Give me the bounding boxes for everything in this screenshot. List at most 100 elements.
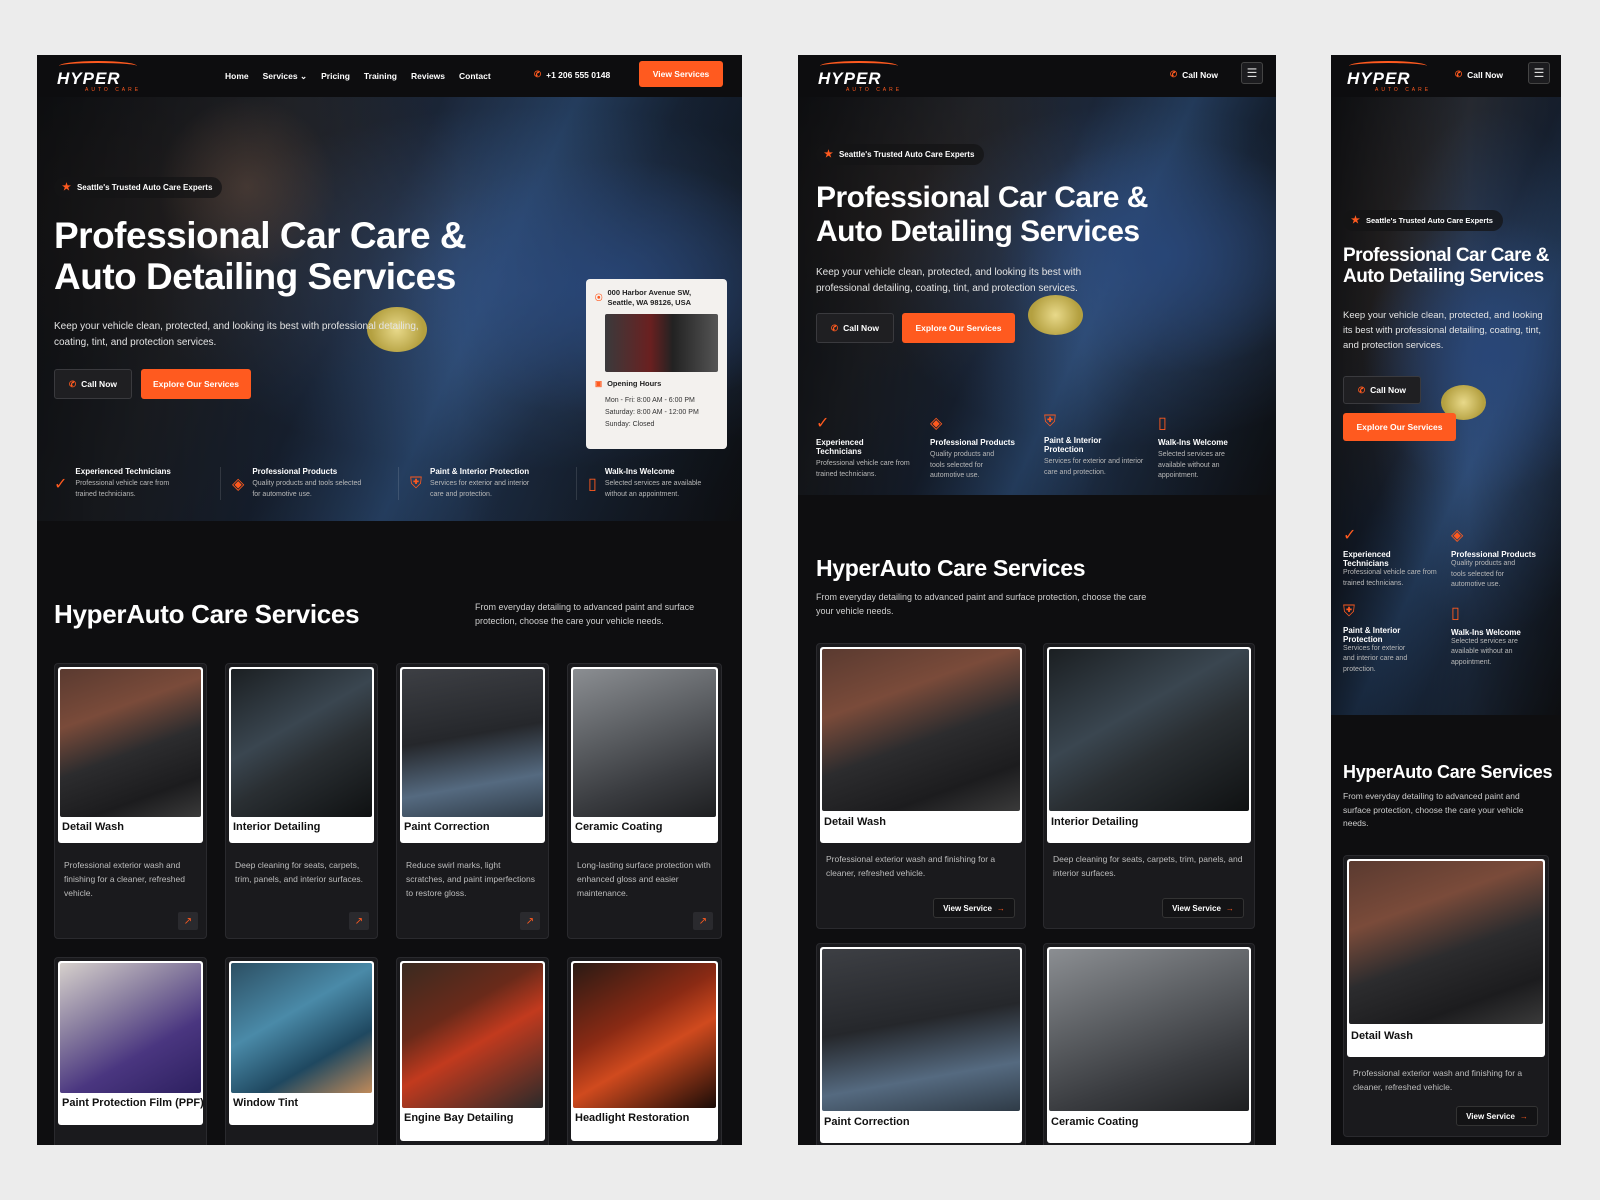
nav-link-home[interactable]: Home — [225, 71, 249, 81]
arrow-up-right-icon[interactable]: ↗ — [520, 912, 540, 930]
services-section-desc: From everyday detailing to advanced pain… — [816, 592, 1147, 617]
brand-logo[interactable]: HYPER AUTO CARE — [816, 61, 904, 93]
service-image — [1049, 949, 1249, 1111]
service-card[interactable]: Detail Wash Professional exterior wash a… — [54, 663, 207, 939]
feature-item: ▯ Walk-Ins Welcome Selected services are … — [1158, 415, 1228, 479]
desktop-preview: HYPER AUTO CARE Home Services ⌄ Pricing … — [37, 55, 742, 1145]
service-image — [573, 669, 716, 817]
mobile-preview: HYPER AUTO CARE ✆ Call Now ☰ ★ Seattle's… — [1331, 55, 1561, 1145]
nav-link-training[interactable]: Training — [364, 71, 397, 81]
hero-title: Professional Car Care & Auto Detailing S… — [816, 181, 1148, 248]
arrow-right-icon: → — [996, 903, 1005, 913]
box-icon: ◈ — [930, 415, 943, 432]
nav-link-services[interactable]: Services ⌄ — [263, 71, 307, 82]
service-card[interactable]: Ceramic Coating Long-lasting surface pro… — [567, 663, 722, 939]
check-circle-icon: ✓ — [1343, 527, 1357, 544]
door-icon: ▯ — [1158, 415, 1167, 432]
hero-section: ★ Seattle's Trusted Auto Care Experts Pr… — [37, 97, 742, 521]
hero-call-now-button[interactable]: ✆ Call Now — [54, 369, 132, 399]
hours-title: ▣ Opening Hours — [595, 378, 662, 388]
tablet-preview: HYPER AUTO CARE ✆ Call Now ☰ ★ Seattle's… — [798, 55, 1276, 1145]
service-image — [822, 649, 1020, 811]
map-pin-icon: ⦿ — [595, 292, 603, 302]
service-card[interactable]: Paint Protection Film (PPF) — [54, 957, 207, 1145]
service-card[interactable]: Ceramic Coating — [1043, 943, 1255, 1145]
hero-explore-services-button[interactable]: Explore Our Services — [141, 369, 251, 399]
shield-icon: ⛨ — [1044, 413, 1057, 430]
phone-icon: ✆ — [1455, 69, 1463, 79]
service-card[interactable]: Headlight Restoration — [567, 957, 722, 1145]
feature-strip: ✓ Experienced Technicians Professional ve… — [816, 413, 1256, 482]
top-nav: HYPER AUTO CARE ✆ Call Now ☰ — [1331, 55, 1561, 97]
door-icon: ▯ — [1451, 604, 1460, 622]
hours-list: Mon - Fri: 8:00 AM - 6:00 PM Saturday: 8… — [605, 396, 699, 429]
hero-section: ★ Seattle's Trusted Auto Care Experts Pr… — [1331, 95, 1561, 715]
view-service-button[interactable]: View Service → — [933, 898, 1015, 918]
hero-call-now-button[interactable]: ✆ Call Now — [1343, 376, 1421, 404]
hero-call-now-button[interactable]: ✆ Call Now — [816, 313, 894, 343]
service-image — [60, 963, 201, 1093]
call-now-link[interactable]: ✆ Call Now — [1455, 69, 1503, 80]
feature-item: ⛨ Paint & Interior Protection Services f… — [1343, 602, 1408, 673]
hero-badge: ★ Seattle's Trusted Auto Care Experts — [1343, 210, 1503, 231]
hamburger-menu-icon[interactable]: ☰ — [1241, 62, 1263, 84]
hero-title: Professional Car Care & Auto Detailing S… — [1343, 245, 1550, 288]
hero-explore-services-button[interactable]: Explore Our Services — [902, 313, 1015, 343]
arrow-up-right-icon[interactable]: ↗ — [349, 912, 369, 930]
main-menu: Home Services ⌄ Pricing Training Reviews… — [225, 55, 491, 97]
location-card: ⦿ 000 Harbor Avenue SW, Seattle, WA 98126… — [586, 279, 727, 449]
service-card[interactable]: Engine Bay Detailing — [396, 957, 549, 1145]
brand-logo[interactable]: HYPER AUTO CARE — [1345, 61, 1433, 93]
phone-icon: ✆ — [534, 69, 542, 79]
feature-item: ✓ Experienced Technicians Professional ve… — [816, 415, 910, 478]
shield-icon: ⛨ — [1343, 602, 1356, 620]
feature-item: ✓ Experienced Technicians Professional v… — [1343, 527, 1437, 587]
shop-photo — [605, 313, 718, 372]
arrow-up-right-icon[interactable]: ↗ — [178, 912, 198, 930]
feature-item: ◈ Professional Products Quality products … — [930, 415, 1015, 479]
nav-link-pricing[interactable]: Pricing — [321, 71, 350, 81]
service-card[interactable]: Detail Wash Professional exterior wash a… — [816, 643, 1026, 929]
hero-badge: ★ Seattle's Trusted Auto Care Experts — [54, 177, 223, 198]
call-now-link[interactable]: ✆ Call Now — [1170, 69, 1218, 80]
hero-lead: Keep your vehicle clean, protected, and … — [54, 321, 419, 348]
nav-link-contact[interactable]: Contact — [459, 71, 491, 81]
phone-icon: ✆ — [830, 322, 839, 333]
feature-item: ⛨ Paint & Interior Protection Services fo… — [1044, 413, 1144, 476]
feature-strip: ✓ Experienced Technicians Professional ve… — [54, 467, 724, 500]
service-card[interactable]: Interior Detailing Deep cleaning for sea… — [225, 663, 378, 939]
feature-item: ▯ Walk-Ins Welcome Selected services are… — [1451, 604, 1521, 666]
shield-icon: ⛨ — [410, 474, 423, 492]
service-image — [573, 963, 716, 1108]
hero-lead: Keep your vehicle clean, protected, and … — [816, 267, 1082, 294]
service-image — [402, 963, 543, 1108]
hamburger-menu-icon[interactable]: ☰ — [1528, 62, 1550, 84]
service-card[interactable]: Interior Detailing Deep cleaning for sea… — [1043, 643, 1255, 929]
service-card[interactable]: Window Tint — [225, 957, 378, 1145]
nav-phone-link[interactable]: ✆ +1 206 555 0148 — [534, 69, 610, 80]
service-image — [60, 669, 201, 817]
view-services-button[interactable]: View Services — [639, 61, 723, 87]
service-card[interactable]: Detail Wash Professional exterior wash a… — [1343, 855, 1549, 1137]
arrow-up-right-icon[interactable]: ↗ — [693, 912, 713, 930]
services-section-title: HyperAuto Care Services — [1343, 762, 1553, 782]
hero-lead: Keep your vehicle clean, protected, and … — [1343, 310, 1543, 352]
hero-explore-services-button[interactable]: Explore Our Services — [1343, 413, 1456, 441]
door-icon: ▯ — [588, 475, 597, 493]
service-card[interactable]: Paint Correction Reduce swirl marks, lig… — [396, 663, 549, 939]
star-icon: ★ — [62, 182, 71, 193]
brand-logo[interactable]: HYPER AUTO CARE — [55, 61, 143, 93]
service-card[interactable]: Paint Correction — [816, 943, 1026, 1145]
service-image — [822, 949, 1020, 1111]
service-image — [402, 669, 543, 817]
chevron-down-icon: ⌄ — [299, 70, 308, 81]
view-service-button[interactable]: View Service → — [1456, 1106, 1538, 1126]
view-service-button[interactable]: View Service → — [1162, 898, 1244, 918]
nav-link-reviews[interactable]: Reviews — [411, 71, 445, 81]
box-icon: ◈ — [232, 475, 245, 493]
service-image — [1349, 861, 1543, 1024]
services-section-title: HyperAuto Care Services — [816, 555, 1086, 581]
arrow-right-icon: → — [1519, 1111, 1528, 1121]
feature-item: ◈ Professional Products Quality products… — [1451, 527, 1536, 588]
phone-icon: ✆ — [1357, 384, 1366, 395]
